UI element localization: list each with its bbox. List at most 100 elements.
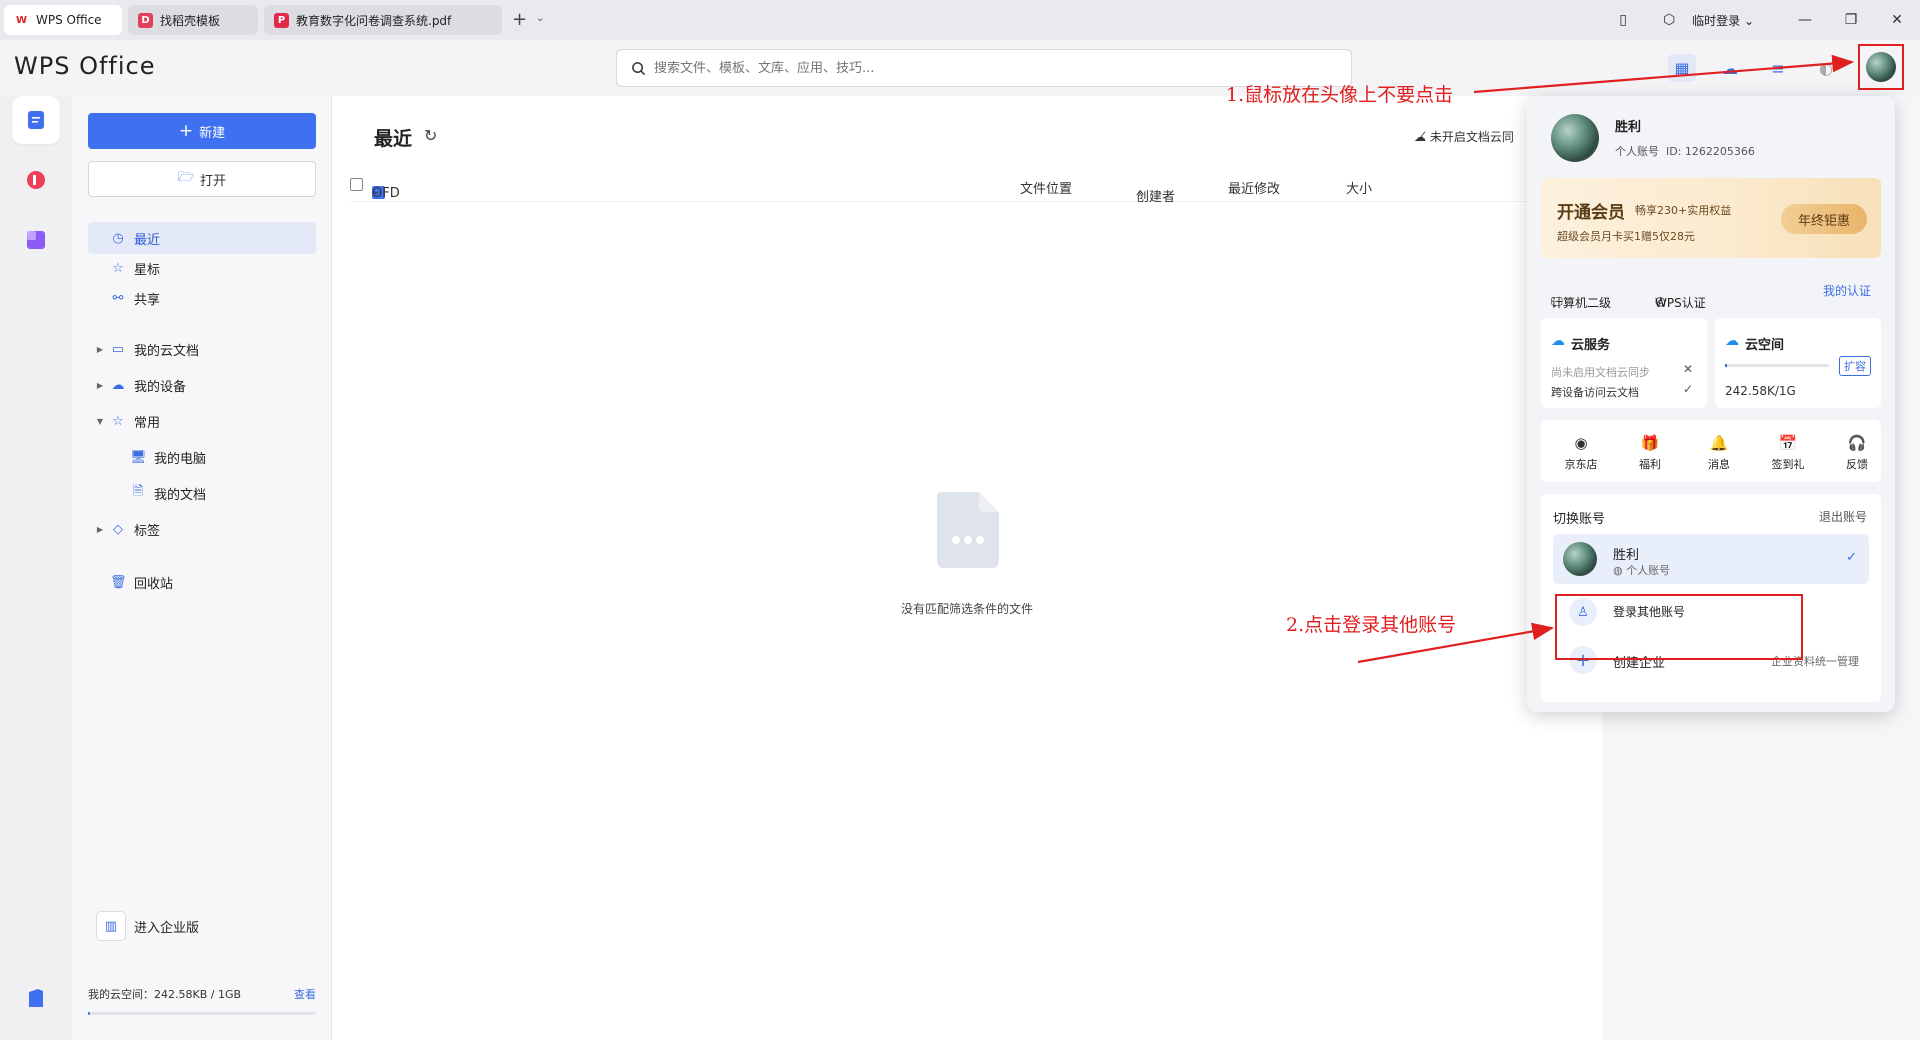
sidebar-item-cloud-docs[interactable]: ▶ ▭ 我的云文档: [88, 333, 316, 365]
account-name: 胜利: [1613, 548, 1640, 563]
annotation-step2: 2.点击登录其他账号: [1286, 614, 1457, 636]
header-icons: ▦ ☁ ≡ ◐: [1668, 54, 1840, 82]
restore-icon[interactable]: ❐: [1828, 12, 1874, 28]
clock-icon: ◷: [112, 230, 124, 246]
bookmark-app-icon: [29, 989, 43, 1007]
sidebar-item-shared[interactable]: ⚯ 共享: [88, 282, 316, 314]
column-file-location[interactable]: 文件位置: [1020, 178, 1072, 197]
avatar-highlight-box: [1858, 44, 1904, 90]
account-row-current[interactable]: 胜利 ◍ 个人账号 ✓: [1553, 534, 1869, 584]
cloud-space-title: 云空间: [1745, 338, 1785, 353]
rail-pdf-button[interactable]: [12, 156, 60, 204]
cloud-sync-status[interactable]: ☁̸ 未开启文档云同: [1414, 128, 1514, 145]
wps-office-logo: WPS Office: [14, 52, 156, 80]
close-icon[interactable]: ✕: [1683, 362, 1693, 376]
skin-icon[interactable]: ◐: [1812, 54, 1840, 82]
minimize-icon[interactable]: —: [1782, 12, 1828, 28]
expand-capacity-button[interactable]: 扩容: [1839, 356, 1871, 376]
quick-action-jd-store[interactable]: ◉ 京东店: [1551, 434, 1611, 472]
temp-login-button[interactable]: 临时登录 ⌄: [1692, 12, 1754, 29]
login-other-highlight-box: [1555, 594, 1803, 660]
account-type: ◍ 个人账号: [1613, 564, 1671, 577]
building-icon: ▥: [96, 911, 126, 941]
column-last-modified[interactable]: 最近修改: [1228, 178, 1280, 197]
cloud-space-card[interactable]: ☁ 云空间 扩容 242.58K/1G: [1715, 318, 1881, 408]
empty-folder-icon: [937, 492, 999, 568]
my-cert-link[interactable]: 我的认证: [1823, 282, 1871, 299]
cloud-service-title: 云服务: [1571, 338, 1611, 353]
tab-wps-office[interactable]: W WPS Office: [4, 5, 122, 35]
rail-bottom-button[interactable]: [12, 974, 60, 1022]
cloud-space-bar: [1725, 364, 1829, 367]
caret-down-icon[interactable]: ▼: [94, 417, 106, 426]
account-avatar: [1563, 542, 1597, 576]
tab-docer-templates[interactable]: D 找稻壳模板: [128, 5, 258, 35]
sidebar-item-trash[interactable]: 🗑 回收站: [88, 566, 316, 598]
refresh-icon[interactable]: ↻: [424, 126, 437, 145]
sidebar-item-recent[interactable]: ◷ 最近: [88, 222, 316, 254]
user-profile-header: 胜利 个人账号 ID: 1262205366: [1551, 114, 1871, 164]
column-size[interactable]: 大小: [1346, 178, 1372, 197]
tab-bar: W WPS Office D 找稻壳模板 P 教育数字化问卷调查系统.pdf +…: [0, 0, 1920, 40]
folder-open-icon: 🗁: [177, 170, 195, 185]
chevron-down-icon[interactable]: ⌄: [536, 13, 544, 24]
vip-promo-button[interactable]: 年终钜惠: [1781, 204, 1867, 234]
apps-grid-icon[interactable]: ▦: [1668, 54, 1696, 82]
tab-pdf-document[interactable]: P 教育数字化问卷调查系统.pdf: [264, 5, 502, 35]
vip-banner[interactable]: 开通会员 畅享230+实用权益 超级会员月卡买1赠5仅28元 年终钜惠: [1541, 178, 1881, 258]
headset-icon: 🎧: [1847, 434, 1867, 452]
file-table-header: OFD ⌄ 文件位置 创建者 ⌄ 最近修改 大小: [350, 170, 1590, 205]
search-icon: [632, 61, 646, 75]
profile-avatar[interactable]: [1551, 114, 1599, 162]
page-title: 最近: [374, 128, 413, 150]
sidebar-toggle-icon[interactable]: ▯: [1600, 12, 1646, 28]
check-icon: ✓: [1846, 550, 1857, 565]
caret-right-icon[interactable]: ▶: [94, 381, 106, 390]
sidebar-item-common[interactable]: ▼ ☆ 常用: [88, 405, 316, 437]
rail-apps-button[interactable]: [12, 216, 60, 264]
sidebar-item-my-computer[interactable]: 🖥 我的电脑: [88, 441, 316, 473]
cloud-service-card[interactable]: ☁ 云服务 尚未启用文档云同步 ✕ 跨设备访问云文档 ✓: [1541, 318, 1707, 408]
sidebar-item-devices[interactable]: ▶ ☁ 我的设备: [88, 369, 316, 401]
cloud-space-usage: 242.58K/1G: [1725, 384, 1796, 398]
share-icon: ⚯: [112, 290, 124, 306]
open-button[interactable]: 🗁 打开: [88, 161, 316, 197]
sidebar-item-tags[interactable]: ▶ ◇ 标签: [88, 513, 316, 545]
user-avatar[interactable]: [1866, 52, 1896, 82]
wechat-icon: ◍: [1613, 564, 1623, 577]
storage-progress-fill: [88, 1012, 91, 1015]
wps-logo-icon: W: [14, 12, 29, 28]
enterprise-entry[interactable]: ▥ 进入企业版: [96, 911, 199, 941]
close-icon[interactable]: ✕: [1874, 12, 1920, 28]
sidebar-item-my-documents[interactable]: 🗎 我的文档: [88, 477, 316, 509]
vip-title: 开通会员: [1557, 203, 1625, 223]
caret-right-icon[interactable]: ▶: [94, 525, 106, 534]
quick-action-feedback[interactable]: 🎧 反馈: [1827, 434, 1887, 472]
storage-view-link[interactable]: 查看: [294, 986, 316, 1002]
tab-label: 教育数字化问卷调查系统.pdf: [296, 13, 452, 28]
logout-button[interactable]: 退出账号: [1819, 508, 1867, 525]
app-header: WPS Office ▦ ☁ ≡ ◐: [0, 40, 1920, 96]
quick-action-checkin[interactable]: 📅 签到礼: [1758, 434, 1818, 472]
sidebar-item-starred[interactable]: ☆ 星标: [88, 252, 316, 284]
quick-action-messages[interactable]: 🔔 消息: [1689, 434, 1749, 472]
vip-benefit: 畅享230+实用权益: [1635, 204, 1732, 217]
new-tab-plus-icon[interactable]: +: [512, 9, 527, 30]
document-icon: [28, 111, 44, 129]
cloud-service-line1: 尚未启用文档云同步: [1551, 366, 1650, 379]
cube-icon[interactable]: ⬡: [1646, 12, 1692, 28]
bell-icon: 🔔: [1709, 434, 1729, 452]
caret-right-icon[interactable]: ▶: [94, 345, 106, 354]
main-content: 最近 ↻ ☁̸ 未开启文档云同 OFD ⌄ 文件位置 创建者 ⌄ 最近修改 大小…: [332, 96, 1602, 1040]
pin-icon: ☆: [112, 413, 124, 429]
search-input[interactable]: [654, 60, 1294, 76]
tab-label: 找稻壳模板: [160, 13, 221, 28]
left-rail: [0, 96, 72, 1040]
menu-icon[interactable]: ≡: [1764, 54, 1792, 82]
quick-action-benefits[interactable]: 🎁 福利: [1620, 434, 1680, 472]
cloud-sync-icon[interactable]: ☁: [1716, 54, 1744, 82]
rail-documents-button[interactable]: [12, 96, 60, 144]
select-all-checkbox[interactable]: [350, 178, 363, 191]
gift-icon: 🎁: [1640, 434, 1660, 452]
new-button[interactable]: + 新建: [88, 113, 316, 149]
